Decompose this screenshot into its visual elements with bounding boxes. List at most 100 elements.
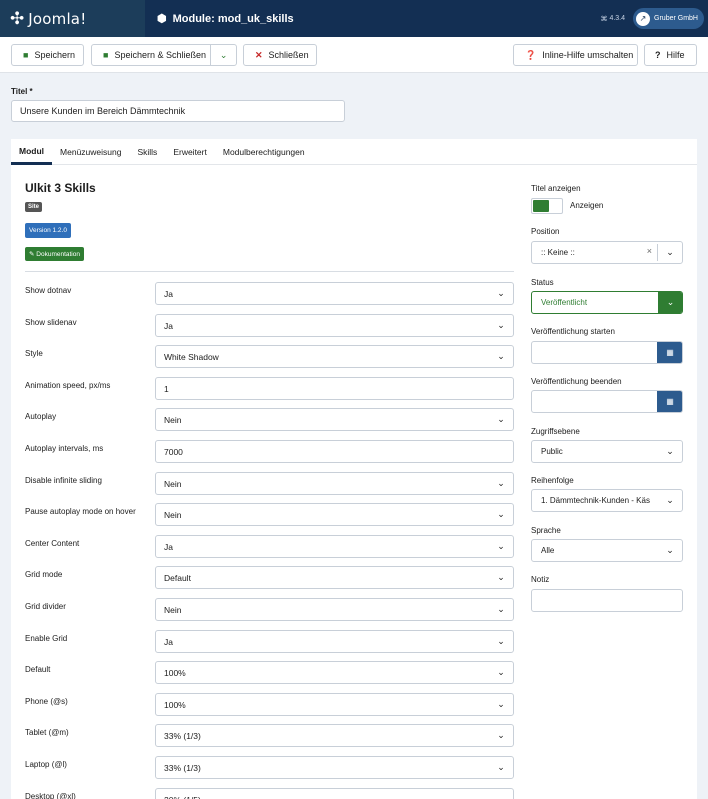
tab-modul[interactable]: Modul (11, 139, 53, 165)
status-select[interactable]: Veröffentlicht ⌄ (531, 291, 683, 314)
note-label: Notiz (531, 575, 550, 584)
field-label: Show dotnav (25, 286, 72, 295)
option-select[interactable]: 20% (1/5) ⌄ (155, 788, 514, 799)
page-title: ⬢ Module: mod_uk_skills (157, 12, 294, 26)
edit-icon: ✎ (29, 251, 35, 258)
tab-menuzuweisung[interactable]: Menüzuweisung (52, 139, 129, 165)
chevron-down-icon: ⌄ (497, 320, 505, 330)
close-icon: ✕ (255, 49, 263, 60)
field-label: Autoplay (25, 412, 57, 421)
field-label: Default (25, 665, 51, 674)
save-options-dropdown[interactable]: ⌄ (211, 45, 236, 65)
joomla-logo[interactable]: ✣ Joomla! (0, 0, 145, 37)
field-label: Style (25, 349, 43, 358)
chevron-down-icon: ⌄ (666, 247, 674, 257)
field-label: Autoplay intervals, ms (25, 444, 104, 453)
chevron-down-icon: ⌄ (497, 478, 505, 488)
note-input[interactable] (531, 589, 683, 612)
option-select[interactable]: White Shadow ⌄ (155, 345, 514, 368)
option-select[interactable]: Nein ⌄ (155, 472, 514, 495)
field-label: Grid divider (25, 602, 66, 611)
ordering-select[interactable]: 1. Dämmtechnik-Kunden - Käs ⌄ (531, 489, 683, 512)
cube-icon: ⬢ (157, 13, 167, 25)
close-button[interactable]: ✕ Schließen (243, 44, 317, 66)
divider (25, 271, 514, 272)
question-circle-icon: ❓ (525, 49, 537, 60)
option-input[interactable]: 1 (155, 377, 514, 400)
language-label: Sprache (531, 526, 561, 535)
tab-erweitert[interactable]: Erweitert (165, 139, 215, 165)
save-button[interactable]: ■ Speichern (11, 44, 84, 66)
option-select[interactable]: 100% ⌄ (155, 693, 514, 716)
option-select[interactable]: Nein ⌄ (155, 598, 514, 621)
module-type-title: Ulkit 3 Skills (25, 181, 96, 195)
field-label: Laptop (@l) (25, 760, 67, 769)
option-select[interactable]: Nein ⌄ (155, 503, 514, 526)
chevron-down-icon: ⌄ (497, 541, 505, 551)
language-select[interactable]: Alle ⌄ (531, 539, 683, 562)
option-select[interactable]: 33% (1/3) ⌄ (155, 724, 514, 747)
title-input[interactable] (11, 100, 345, 122)
position-label: Position (531, 227, 560, 236)
field-label: Show slidenav (25, 318, 77, 327)
publish-end-label: Veröffentlichung beenden (531, 377, 622, 386)
calendar-icon[interactable]: ▦ (657, 342, 682, 363)
site-link-button[interactable]: ↗ Gruber GmbH (633, 8, 704, 29)
chevron-down-icon: ⌄ (497, 762, 505, 772)
external-link-icon: ↗ (636, 11, 651, 26)
tab-bar: Modul Menüzuweisung Skills Erweitert Mod… (11, 139, 697, 165)
option-select[interactable]: Nein ⌄ (155, 408, 514, 431)
chevron-down-icon: ⌄ (497, 667, 505, 677)
field-value: Nein (164, 414, 182, 425)
page-title-text: Module: mod_uk_skills (172, 12, 294, 25)
field-value: 100% (164, 667, 186, 678)
chevron-down-icon: ⌄ (497, 509, 505, 519)
option-select[interactable]: Ja ⌄ (155, 282, 514, 305)
ordering-label: Reihenfolge (531, 476, 574, 485)
publish-end-input[interactable]: ▦ (531, 390, 683, 413)
inline-help-toggle-button[interactable]: ❓ Inline-Hilfe umschalten (513, 44, 638, 66)
option-select[interactable]: Ja ⌄ (155, 535, 514, 558)
chevron-down-icon: ⌄ (666, 446, 674, 456)
chevron-down-icon: ⌄ (497, 572, 505, 582)
field-label: Phone (@s) (25, 697, 68, 706)
show-title-switch[interactable] (531, 198, 563, 214)
documentation-button[interactable]: ✎ Dokumentation (25, 247, 84, 261)
access-select[interactable]: Public ⌄ (531, 440, 683, 463)
option-select[interactable]: Ja ⌄ (155, 630, 514, 653)
chevron-down-icon: ⌄ (658, 292, 682, 313)
joomla-logo-icon: ✣ (10, 8, 25, 28)
tab-modulberechtigungen[interactable]: Modulberechtigungen (215, 139, 313, 165)
chevron-down-icon: ⌄ (497, 351, 505, 361)
save-icon: ■ (23, 50, 29, 60)
field-label: Animation speed, px/ms (25, 381, 111, 390)
module-edit-panel: Modul Menüzuweisung Skills Erweitert Mod… (11, 139, 697, 799)
field-value: Nein (164, 509, 182, 520)
field-value: 1 (164, 383, 169, 394)
field-label: Grid mode (25, 570, 63, 579)
field-value: White Shadow (164, 351, 219, 362)
chevron-down-icon: ⌄ (666, 545, 674, 555)
publish-start-input[interactable]: ▦ (531, 341, 683, 364)
save-close-button[interactable]: ■ Speichern & Schließen (92, 45, 210, 65)
logo-text: Joomla! (28, 9, 87, 28)
field-value: 7000 (164, 446, 183, 457)
position-select[interactable]: :: Keine :: × ⌄ (531, 241, 683, 264)
chevron-down-icon: ⌄ (497, 636, 505, 646)
option-input[interactable]: 7000 (155, 440, 514, 463)
option-select[interactable]: Ja ⌄ (155, 314, 514, 337)
option-select[interactable]: Default ⌄ (155, 566, 514, 589)
field-label: Center Content (25, 539, 80, 548)
field-value: Nein (164, 478, 182, 489)
question-icon: ? (655, 50, 661, 60)
site-badge: Site (25, 202, 43, 212)
clear-icon[interactable]: × (647, 246, 652, 256)
calendar-icon[interactable]: ▦ (657, 391, 682, 412)
option-select[interactable]: 33% (1/3) ⌄ (155, 756, 514, 779)
help-button[interactable]: ? Hilfe (644, 44, 697, 66)
field-value: Ja (164, 288, 173, 299)
tab-skills[interactable]: Skills (129, 139, 165, 165)
field-value: Ja (164, 320, 173, 331)
chevron-down-icon: ⌄ (497, 288, 505, 298)
option-select[interactable]: 100% ⌄ (155, 661, 514, 684)
